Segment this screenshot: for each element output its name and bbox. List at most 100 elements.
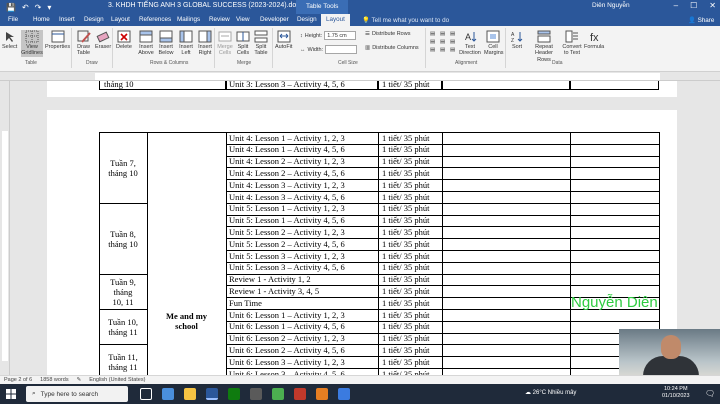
align-bottom-center-icon[interactable]: ▤ xyxy=(440,47,448,53)
save-icon[interactable]: 💾 xyxy=(6,3,16,12)
insert-left-button[interactable]: Insert Left xyxy=(177,30,195,57)
tell-me-search[interactable]: 💡 Tell me what you want to do xyxy=(362,16,449,24)
align-middle-left-icon[interactable]: ▤ xyxy=(430,39,438,45)
word-taskbar-icon[interactable] xyxy=(206,388,218,400)
task-view-icon[interactable] xyxy=(140,388,152,400)
eraser-button[interactable]: Eraser xyxy=(95,30,111,50)
share-button[interactable]: 👤 Share xyxy=(688,16,714,24)
system-clock[interactable]: 10:24 PM 01/10/2023 xyxy=(662,386,690,400)
time-text: 1 tiết/ 35 phút xyxy=(382,309,430,320)
distribute-rows-icon: ☰ xyxy=(365,31,370,37)
app-icon[interactable] xyxy=(250,388,262,400)
camtasia-icon[interactable] xyxy=(272,388,284,400)
time-text: 1 tiết/ 35 phút xyxy=(382,132,430,143)
cell-margins-button[interactable]: Cell Margins xyxy=(484,30,504,57)
week-label-line: 10, 11 xyxy=(112,296,134,307)
properties-icon xyxy=(51,30,65,43)
close-button[interactable]: ✕ xyxy=(709,1,716,10)
row-height-control[interactable]: ↕ Height: 1.75 cm xyxy=(300,31,357,40)
tab-table-design[interactable]: Design xyxy=(297,16,317,23)
edge-icon[interactable] xyxy=(162,388,174,400)
tab-mailings[interactable]: Mailings xyxy=(177,16,200,23)
align-bottom-left-icon[interactable]: ▤ xyxy=(430,47,438,53)
page-count[interactable]: Page 2 of 6 xyxy=(4,377,32,383)
draw-table-icon xyxy=(77,30,91,43)
app-icon[interactable] xyxy=(228,388,240,400)
week-label: Tuần 10, tháng 11 xyxy=(99,317,147,337)
insert-right-button[interactable]: Insert Right xyxy=(196,30,214,57)
view-gridlines-button[interactable]: View Gridlines xyxy=(21,30,43,57)
split-cells-button[interactable]: Split Cells xyxy=(235,30,251,57)
draw-table-button[interactable]: Draw Table xyxy=(75,30,92,57)
merge-cells-button[interactable]: Merge Cells xyxy=(217,30,233,57)
align-bottom-right-icon[interactable]: ▤ xyxy=(450,47,458,53)
autofit-button[interactable]: AutoFit xyxy=(275,30,292,50)
word-count[interactable]: 1858 words xyxy=(40,377,68,383)
tab-view[interactable]: View xyxy=(236,16,250,23)
tab-insert[interactable]: Insert xyxy=(59,16,75,23)
cell-alignment-grid[interactable]: ▤ ▤ ▤ ▤ ▤ ▤ ▤ ▤ ▤ xyxy=(430,31,458,53)
table-cell[interactable] xyxy=(442,81,570,90)
align-middle-center-icon[interactable]: ▤ xyxy=(440,39,448,45)
vertical-ruler[interactable] xyxy=(0,81,10,375)
sort-button[interactable]: AZ Sort xyxy=(510,30,524,50)
tab-references[interactable]: References xyxy=(139,16,171,23)
user-name[interactable]: Diên Nguyễn xyxy=(592,2,630,9)
tab-review[interactable]: Review xyxy=(209,16,230,23)
proofing-icon[interactable]: ✎ xyxy=(77,377,82,383)
taskbar-search[interactable]: ⌕ Type here to search xyxy=(26,386,128,402)
week-label-line: Tuần 8, xyxy=(110,228,136,239)
insert-above-icon xyxy=(139,30,153,43)
tab-developer[interactable]: Developer xyxy=(260,16,289,23)
app-icon[interactable] xyxy=(294,388,306,400)
insert-below-icon xyxy=(159,30,173,43)
insert-below-button[interactable]: Insert Below xyxy=(157,30,175,57)
tab-design[interactable]: Design xyxy=(84,16,104,23)
text-direction-button[interactable]: A Text Direction xyxy=(459,30,481,57)
distribute-columns-button[interactable]: ▥ Distribute Columns xyxy=(365,45,419,51)
column-width-input[interactable] xyxy=(325,45,358,54)
convert-to-text-button[interactable]: Convert to Text xyxy=(561,30,583,57)
tab-layout[interactable]: Layout xyxy=(111,16,130,23)
theme-cell[interactable] xyxy=(147,132,227,375)
redo-icon[interactable]: ↷ xyxy=(35,3,42,12)
select-button[interactable]: Select xyxy=(2,30,17,50)
customize-qat-icon[interactable]: ▾ xyxy=(47,3,51,12)
weather-widget[interactable]: ☁ 26°C Nhiều mây xyxy=(525,389,576,396)
delete-button[interactable]: Delete xyxy=(116,30,132,50)
tab-file[interactable]: File xyxy=(8,16,18,23)
app-icon[interactable] xyxy=(316,388,328,400)
align-top-center-icon[interactable]: ▤ xyxy=(440,31,448,37)
height-icon: ↕ xyxy=(300,32,303,39)
properties-button[interactable]: Properties xyxy=(45,30,70,50)
tab-table-layout[interactable]: Layout xyxy=(321,14,350,26)
time-text: 1 tiết/ 35 phút xyxy=(382,226,430,237)
tab-home[interactable]: Home xyxy=(33,16,50,23)
repeat-header-rows-button[interactable]: Repeat Header Rows xyxy=(528,30,560,63)
windows-start-icon[interactable] xyxy=(6,389,16,399)
row-height-input[interactable]: 1.75 cm xyxy=(324,31,357,40)
notifications-icon[interactable]: 🗨 xyxy=(705,389,715,398)
language-indicator[interactable]: English (United States) xyxy=(89,377,145,383)
app-icon[interactable] xyxy=(338,388,350,400)
week-label-line: tháng 11 xyxy=(108,327,138,338)
gridlines-icon xyxy=(25,30,39,43)
undo-icon[interactable]: ↶ xyxy=(22,3,29,12)
ribbon: Select View Gridlines Properties Draw Ta… xyxy=(0,26,720,72)
formula-icon: fx xyxy=(590,32,599,43)
table-cell[interactable] xyxy=(570,81,659,90)
time-text: 1 tiết/ 35 phút xyxy=(382,156,430,167)
insert-above-button[interactable]: Insert Above xyxy=(137,30,155,57)
formula-button[interactable]: fx Formula xyxy=(584,30,604,50)
align-middle-right-icon[interactable]: ▤ xyxy=(450,39,458,45)
horizontal-ruler[interactable] xyxy=(0,72,720,81)
align-top-right-icon[interactable]: ▤ xyxy=(450,31,458,37)
table-cell[interactable] xyxy=(442,368,571,375)
align-top-left-icon[interactable]: ▤ xyxy=(430,31,438,37)
distribute-rows-button[interactable]: ☰ Distribute Rows xyxy=(365,31,410,37)
minimize-button[interactable]: – xyxy=(674,1,678,10)
split-table-button[interactable]: Split Table xyxy=(253,30,269,57)
file-explorer-icon[interactable] xyxy=(184,388,196,400)
maximize-button[interactable]: ☐ xyxy=(690,1,697,10)
column-width-control[interactable]: ↔ Width: xyxy=(300,45,358,54)
